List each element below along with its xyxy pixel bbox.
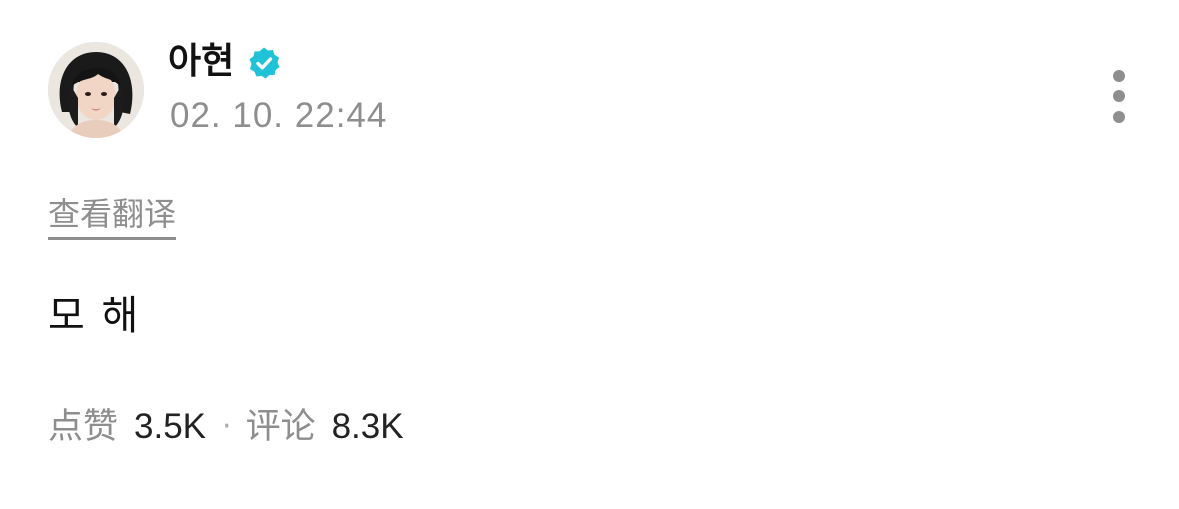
more-vertical-icon[interactable] xyxy=(1100,62,1138,130)
more-dot xyxy=(1113,90,1125,102)
post-card: 아현 02. 10. 22:44 查看翻译 모 해 点赞 3.5K · 评论 8.3… xyxy=(0,0,1179,509)
post-stats: 点赞 3.5K · 评论 8.3K xyxy=(48,404,404,450)
post-timestamp: 02. 10. 22:44 xyxy=(170,96,388,135)
avatar-image xyxy=(48,42,144,138)
likes-count: 3.5K xyxy=(134,407,207,446)
comments-count: 8.3K xyxy=(331,407,404,446)
post-body-text: 모 해 xyxy=(48,293,141,339)
stats-separator: · xyxy=(222,409,232,444)
author-name[interactable]: 아현 xyxy=(168,38,234,86)
verified-check-icon xyxy=(249,47,280,79)
more-dot xyxy=(1113,70,1125,82)
view-translation-link[interactable]: 查看翻译 xyxy=(48,193,177,240)
likes-stat[interactable]: 点赞 3.5K xyxy=(48,404,206,450)
comments-stat[interactable]: 评论 8.3K xyxy=(246,404,404,450)
author-avatar[interactable] xyxy=(48,42,144,138)
more-dot xyxy=(1113,111,1125,123)
comments-label: 评论 xyxy=(245,407,316,447)
likes-label: 点赞 xyxy=(48,407,119,447)
